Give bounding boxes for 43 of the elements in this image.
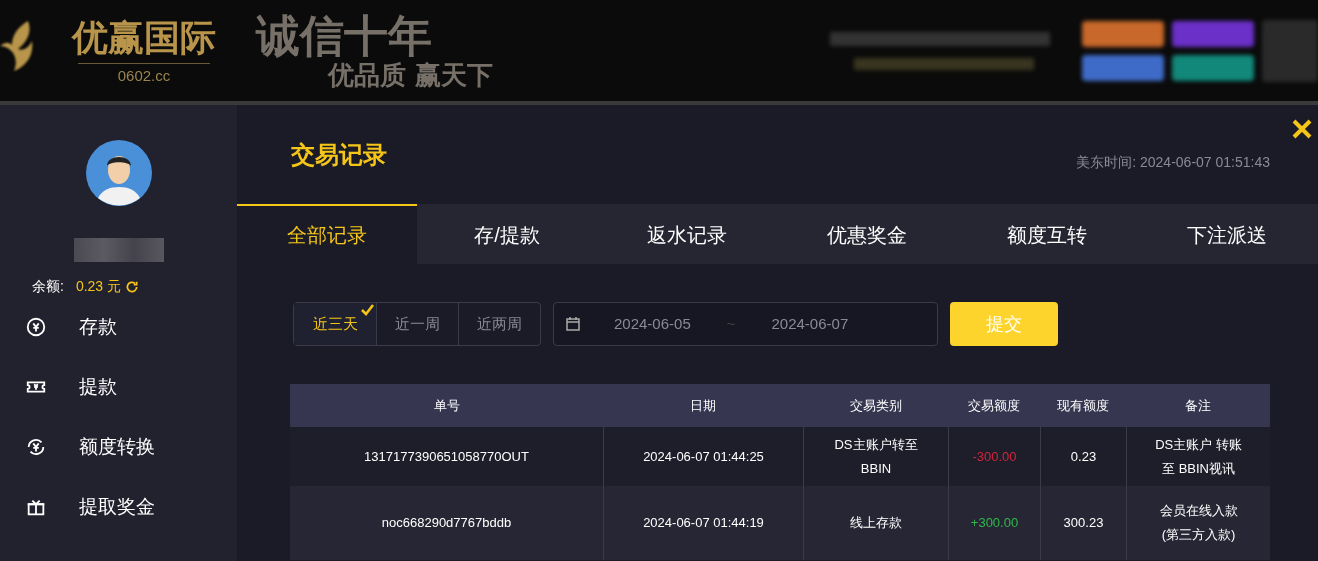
refresh-icon[interactable] (125, 279, 140, 294)
table-cell: 会员在线入款(第三方入款) (1126, 486, 1270, 560)
range-option[interactable]: 近三天 (294, 303, 376, 345)
slogan: 诚信十年 (256, 13, 433, 58)
close-icon[interactable] (1292, 119, 1312, 139)
sidebar-item[interactable]: 提取奖金 (0, 477, 237, 537)
slogan-subtitle: 优品质 赢天下 (328, 61, 494, 88)
calendar-icon (566, 317, 580, 331)
range-option[interactable]: 近一周 (376, 303, 458, 345)
date-range-field[interactable]: 2024-06-05 ~ 2024-06-07 (553, 302, 938, 346)
tab[interactable]: 额度互转 (957, 204, 1137, 264)
panel-title: 交易记录 (291, 139, 387, 170)
column-header: 单号 (432, 396, 461, 415)
column-header: 交易类别 (848, 396, 903, 415)
balance-label: 余额: (32, 277, 64, 296)
table-cell: +300.00 (948, 486, 1040, 560)
currency-unit: 元 (107, 277, 122, 296)
brand-name: 优赢国际 (72, 18, 216, 55)
tab[interactable]: 全部记录 (237, 204, 417, 264)
yen-cycle-icon (25, 436, 47, 458)
tab[interactable]: 存/提款 (417, 204, 597, 264)
column-header: 备注 (1184, 396, 1212, 415)
table-cell-text: noc668290d7767bddb (380, 514, 513, 532)
tab[interactable]: 优惠奖金 (777, 204, 957, 264)
sidebar-item[interactable]: 额度转换 (0, 417, 237, 477)
column-header: 日期 (689, 396, 717, 415)
avatar-icon (85, 140, 152, 206)
yen-coin-icon (25, 316, 47, 338)
tab[interactable]: 下注派送 (1137, 204, 1317, 264)
eastern-time: 美东时间: 2024-06-07 01:51:43 (1076, 153, 1270, 172)
table-cell: 线上存款 (803, 486, 948, 560)
check-icon (360, 304, 374, 316)
tab[interactable]: 返水记录 (597, 204, 777, 264)
brand-domain: 0602.cc (77, 62, 211, 83)
column-header: 现有额度 (1056, 396, 1110, 415)
sidebar-item[interactable]: 提款 (0, 357, 237, 417)
balance-value: 0.23 (75, 277, 104, 296)
table-cell: 2024-06-07 01:44:19 (603, 486, 803, 560)
column-header: 交易额度 (967, 396, 1021, 415)
range-option[interactable]: 近两周 (458, 303, 540, 345)
table-cell: 300.23 (1040, 486, 1126, 560)
table-cell-text: 1317177390651058770OUT (363, 447, 530, 466)
sidebar-item[interactable]: 存款 (0, 297, 237, 357)
